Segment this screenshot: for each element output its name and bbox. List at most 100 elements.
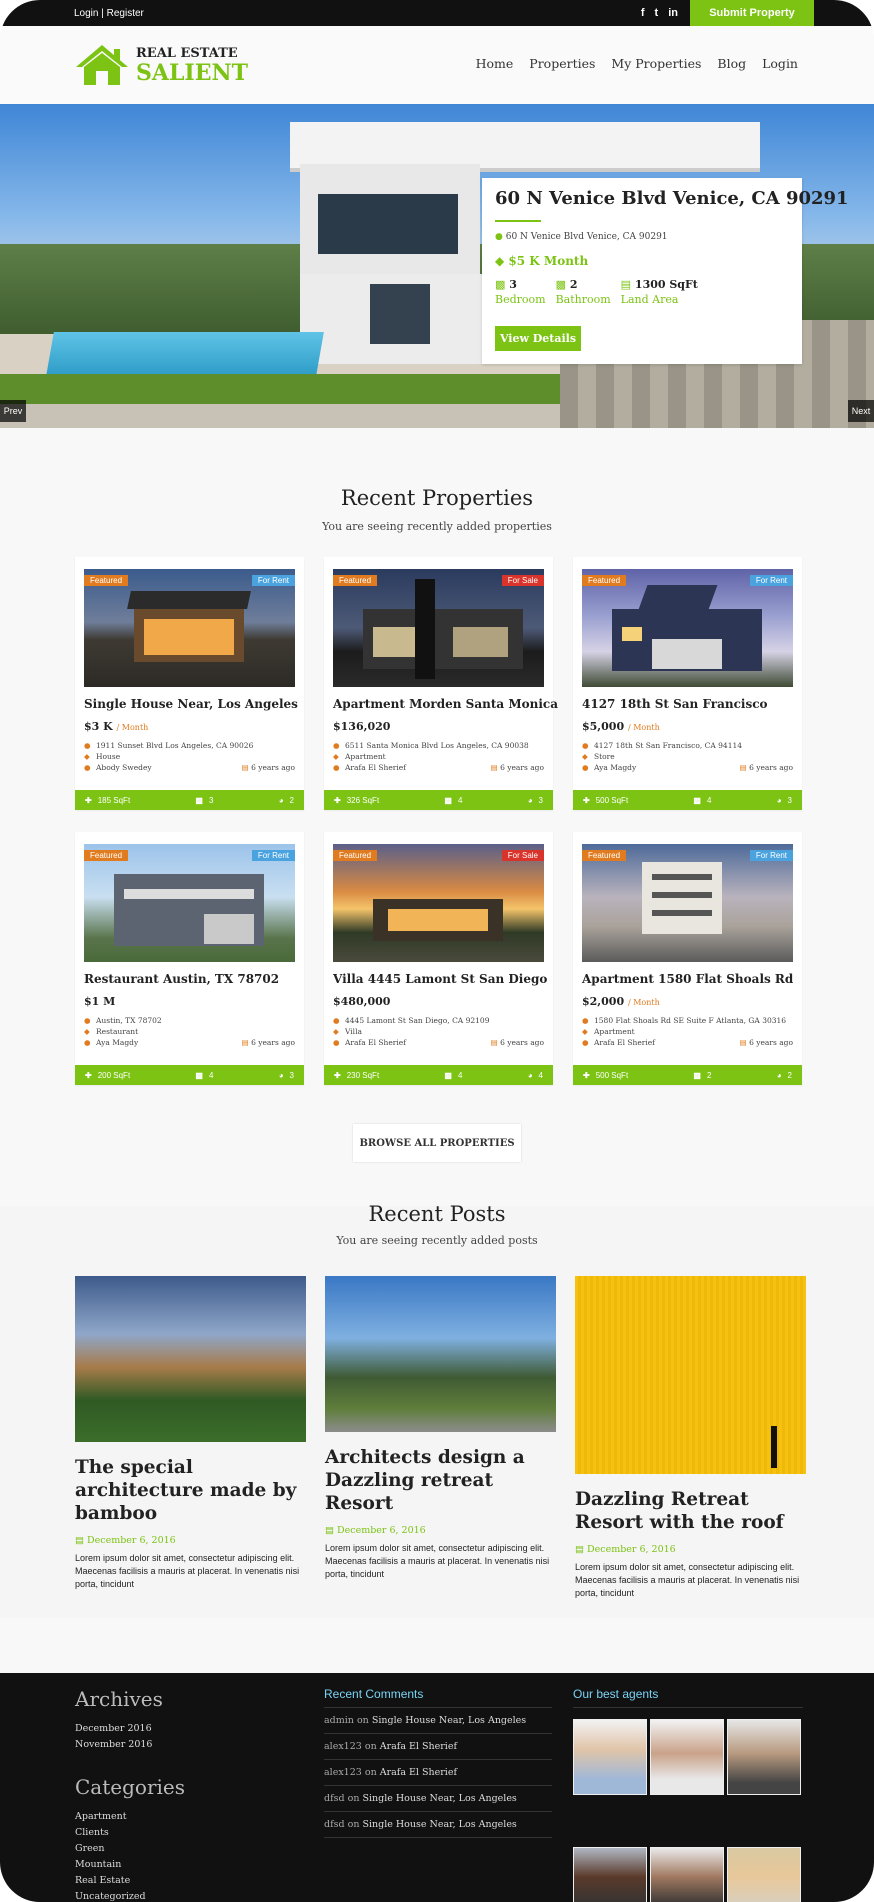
best-agents-heading: Our best agents [573,1687,803,1708]
property-image[interactable]: Featured For Sale [333,569,544,687]
archive-link[interactable]: December 2016 [75,1721,255,1737]
comment-post-link[interactable]: Single House Near, Los Angeles [372,1715,526,1726]
post-title[interactable]: The special architecture made by bamboo [75,1456,306,1525]
category-link[interactable]: Apartment [75,1809,255,1825]
property-image[interactable]: Featured For Rent [84,844,295,962]
post-card[interactable]: Dazzling Retreat Resort with the roof ▤ … [575,1276,806,1600]
property-card[interactable]: Featured For Rent 4127 18th St San Franc… [573,557,802,810]
property-name[interactable]: Apartment 1580 Flat Shoals Rd [582,972,793,986]
property-agent[interactable]: Arafa El Sherief [345,762,406,773]
agent-avatar[interactable] [650,1847,724,1902]
comment-author[interactable]: dfsd [324,1793,345,1804]
property-name[interactable]: 4127 18th St San Francisco [582,697,768,711]
comment-post-link[interactable]: Single House Near, Los Angeles [362,1819,516,1830]
hero-pool [46,332,324,376]
post-image[interactable] [575,1276,806,1474]
comment-author[interactable]: alex123 [324,1767,362,1778]
agent-avatar[interactable] [650,1719,724,1795]
categories-heading: Categories [75,1775,185,1799]
comment-post-link[interactable]: Single House Near, Los Angeles [362,1793,516,1804]
login-register-link[interactable]: Login | Register [74,8,144,19]
comment-author[interactable]: dfsd [324,1819,345,1830]
bed-count: 2 [706,1070,712,1080]
recent-properties-subtitle: You are seeing recently added properties [322,520,552,533]
post-title[interactable]: Architects design a Dazzling retreat Res… [325,1446,556,1515]
property-meta: ● 1911 Sunset Blvd Los Angeles, CA 90026 … [84,740,295,773]
comment-author[interactable]: admin [324,1715,354,1726]
nav-home[interactable]: Home [476,56,514,71]
comment-author[interactable]: alex123 [324,1741,362,1752]
property-name[interactable]: Single House Near, Los Angeles [84,697,298,711]
nav-blog[interactable]: Blog [717,56,746,71]
property-address: 6511 Santa Monica Blvd Los Angeles, CA 9… [345,741,529,750]
comment-post-link[interactable]: Arafa El Sherief [380,1767,457,1778]
property-age: 6 years ago [749,1038,793,1047]
page: Login | Register f t in Submit Property … [0,0,874,1902]
twitter-icon[interactable]: t [655,7,659,19]
post-card[interactable]: The special architecture made by bamboo … [75,1276,306,1591]
area-icon: ✚ [334,795,341,805]
featured-badge: Featured [84,575,129,586]
property-meta: ● 6511 Santa Monica Blvd Los Angeles, CA … [333,740,544,773]
property-card[interactable]: Featured For Sale Villa 4445 Lamont St S… [324,832,553,1085]
status-badge: For Sale [501,575,544,586]
post-image[interactable] [325,1276,556,1432]
property-card[interactable]: Featured For Rent Restaurant Austin, TX … [75,832,304,1085]
property-image[interactable]: Featured For Rent [582,569,793,687]
hero-stats: ▩ 3 Bedroom ▩ 2 Bathroom ▤ 1300 SqFt Lan… [495,278,698,306]
hero-walkway [0,404,620,428]
property-card[interactable]: Featured For Rent Apartment 1580 Flat Sh… [573,832,802,1085]
property-card[interactable]: Featured For Rent Single House Near, Los… [75,557,304,810]
category-link[interactable]: Mountain [75,1857,255,1873]
nav-properties[interactable]: Properties [529,56,595,71]
location-pin-icon: ● [84,741,91,750]
user-icon: ● [582,763,589,772]
property-card[interactable]: Featured For Sale Apartment Morden Santa… [324,557,558,810]
property-agent[interactable]: Aya Magdy [594,762,636,773]
calendar-icon: ▤ [490,1038,498,1047]
property-features-bar: ✚ 500 SqFt ▩ 4 ◕ 3 [573,790,802,810]
property-age: 6 years ago [500,1038,544,1047]
property-image[interactable]: Featured For Sale [333,844,544,962]
browse-all-properties-button[interactable]: BROWSE ALL PROPERTIES [353,1124,521,1162]
agent-avatar[interactable] [727,1847,801,1902]
property-name[interactable]: Apartment Morden Santa Monica [333,697,558,711]
slider-next-button[interactable]: Next [848,400,874,422]
post-card[interactable]: Architects design a Dazzling retreat Res… [325,1276,556,1581]
linkedin-icon[interactable]: in [668,7,678,19]
site-logo[interactable]: REAL ESTATE SALIENT [74,43,248,87]
featured-badge: Featured [333,850,378,861]
category-link[interactable]: Real Estate [75,1873,255,1889]
property-name[interactable]: Villa 4445 Lamont St San Diego [333,972,547,986]
facebook-icon[interactable]: f [641,7,645,19]
bedroom-stat: ▩ 3 Bedroom [495,278,546,306]
property-type: Villa [345,1027,362,1036]
agent-avatar[interactable] [727,1719,801,1795]
post-title[interactable]: Dazzling Retreat Resort with the roof [575,1488,806,1534]
property-agent[interactable]: Abody Swedey [96,762,152,773]
category-link[interactable]: Green [75,1841,255,1857]
property-name[interactable]: Restaurant Austin, TX 78702 [84,972,279,986]
post-date: ▤ December 6, 2016 [75,1535,306,1546]
nav-login[interactable]: Login [762,56,798,71]
agent-avatar[interactable] [573,1719,647,1795]
property-image[interactable]: Featured For Rent [582,844,793,962]
post-image[interactable] [75,1276,306,1442]
area-icon: ✚ [583,1070,590,1080]
view-details-button[interactable]: View Details [495,326,581,351]
slider-prev-button[interactable]: Prev [0,400,26,422]
property-agent[interactable]: Arafa El Sherief [345,1037,406,1048]
category-link[interactable]: Clients [75,1825,255,1841]
comment-post-link[interactable]: Arafa El Sherief [380,1741,457,1752]
calendar-icon: ▤ [739,763,747,772]
agent-avatar[interactable] [573,1847,647,1902]
property-image[interactable]: Featured For Rent [84,569,295,687]
area-stat: ▤ 1300 SqFt Land Area [621,278,698,306]
archive-link[interactable]: November 2016 [75,1737,255,1753]
submit-property-button[interactable]: Submit Property [690,0,814,26]
property-agent[interactable]: Aya Magdy [96,1037,138,1048]
property-agent[interactable]: Arafa El Sherief [594,1037,655,1048]
property-features-bar: ✚ 200 SqFt ▩ 4 ◕ 3 [75,1065,304,1085]
category-link[interactable]: Uncategorized [75,1889,255,1902]
nav-my-properties[interactable]: My Properties [611,56,701,71]
